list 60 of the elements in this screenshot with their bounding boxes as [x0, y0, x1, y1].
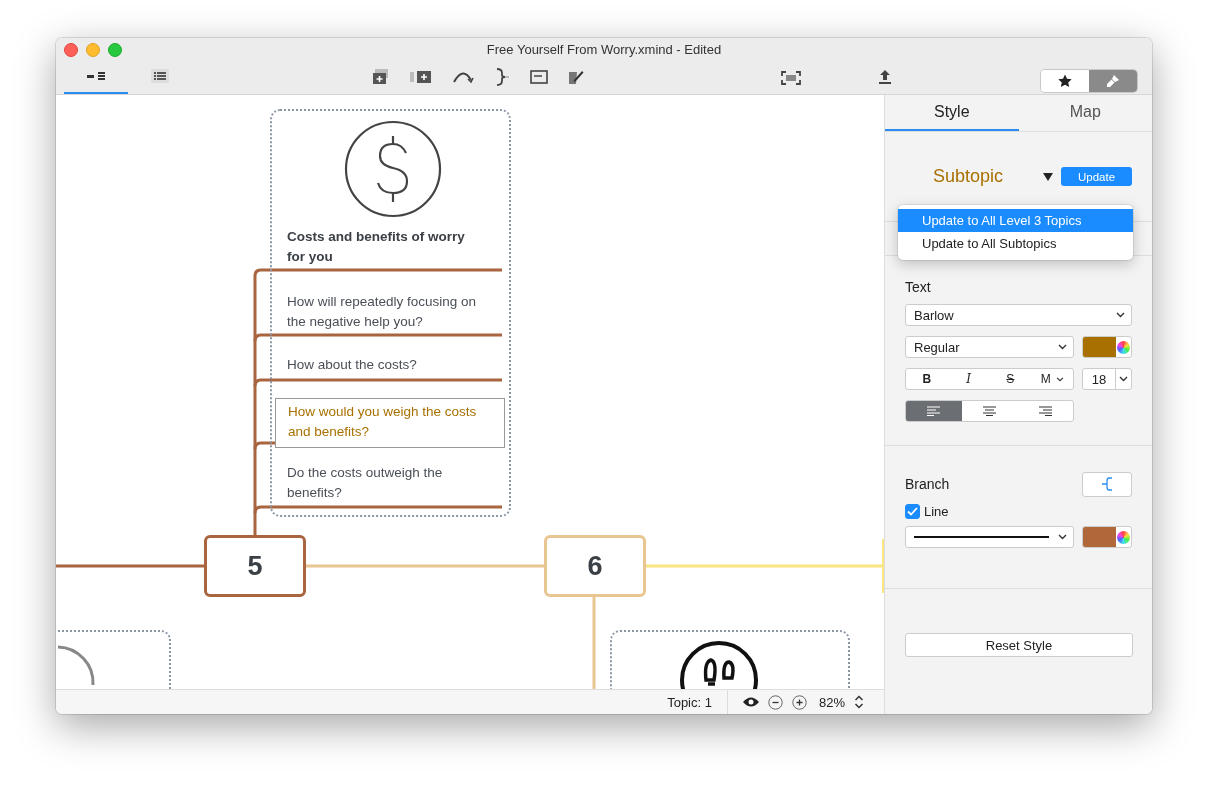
subtopic[interactable]: How about the costs?	[287, 355, 492, 375]
topic-node[interactable]: 6	[544, 535, 646, 597]
align-right-icon	[1038, 406, 1052, 416]
note-icon[interactable]	[568, 69, 584, 85]
section-heading: Branch	[905, 475, 950, 493]
italic-button[interactable]: I	[947, 369, 990, 389]
icons-panel-button[interactable]	[1041, 70, 1089, 92]
eye-icon[interactable]	[742, 697, 759, 707]
align-left-icon	[927, 406, 941, 416]
subtopic[interactable]: How would you weigh the costs and benefits?	[275, 398, 505, 448]
dollar-icon	[344, 120, 442, 218]
subtopic[interactable]: How will repeatedly focusing on the negative help you?	[287, 292, 492, 332]
chevron-down-icon	[1055, 376, 1064, 382]
strike-button[interactable]: S	[989, 369, 1032, 389]
stepper-icon[interactable]	[854, 695, 864, 709]
chevron-down-icon	[1058, 344, 1067, 350]
style-name[interactable]: Subtopic	[933, 166, 1043, 187]
bracket-icon	[1101, 477, 1113, 491]
boundary-icon[interactable]	[530, 70, 548, 84]
menu-item[interactable]: Update to All Subtopics	[898, 232, 1133, 255]
summary-icon[interactable]	[494, 68, 510, 86]
color-picker[interactable]	[1082, 336, 1132, 358]
section-heading: Text	[905, 278, 932, 296]
panel-tab[interactable]: Style	[885, 95, 1019, 131]
menu-button[interactable]: M	[1031, 369, 1073, 389]
add-topic-icon[interactable]	[372, 68, 390, 86]
chevron-down-icon	[1119, 376, 1128, 382]
list-icon	[151, 69, 169, 83]
zoom-out-icon[interactable]	[767, 694, 783, 710]
mind-map-icon	[86, 71, 106, 81]
reset-style-button[interactable]: Reset Style	[905, 633, 1133, 657]
dropdown-triangle-icon[interactable]	[1043, 172, 1053, 181]
align-center-icon	[983, 406, 996, 416]
font-select[interactable]: Barlow	[905, 304, 1132, 326]
footprints-icon	[679, 640, 759, 689]
topic-node[interactable]: 5	[204, 535, 306, 597]
color-picker[interactable]	[1082, 526, 1132, 548]
subtopic[interactable]: Do the costs outweigh the benefits?	[287, 463, 492, 503]
close-button[interactable]	[64, 43, 78, 57]
line-style-select[interactable]	[905, 526, 1074, 548]
weight-select[interactable]: Regular	[905, 336, 1074, 358]
align-left-button[interactable]	[906, 401, 962, 421]
relationship-icon[interactable]	[452, 70, 474, 84]
zoom-in-icon[interactable]	[791, 694, 807, 710]
line-checkbox[interactable]: Line	[905, 501, 949, 521]
fit-map-icon[interactable]	[781, 71, 801, 85]
topic-count: Topic: 1	[667, 694, 712, 710]
chevron-down-icon	[1116, 312, 1125, 318]
star-icon	[1058, 74, 1072, 88]
checkmark-icon	[907, 506, 918, 516]
panel-tab[interactable]: Map	[1018, 95, 1152, 131]
window-title: Free Yourself From Worry.xmind - Edited	[486, 41, 722, 59]
share-icon[interactable]	[878, 69, 892, 85]
topic-title[interactable]: Costs and benefits of worry for you	[287, 227, 477, 267]
add-subtopic-icon[interactable]	[410, 70, 432, 84]
chevron-down-icon	[1058, 534, 1067, 540]
zoom-level[interactable]: 82%	[818, 694, 845, 710]
font-size-select[interactable]: 18	[1082, 368, 1132, 390]
brush-icon	[1106, 74, 1120, 88]
bold-button[interactable]: B	[906, 369, 948, 389]
